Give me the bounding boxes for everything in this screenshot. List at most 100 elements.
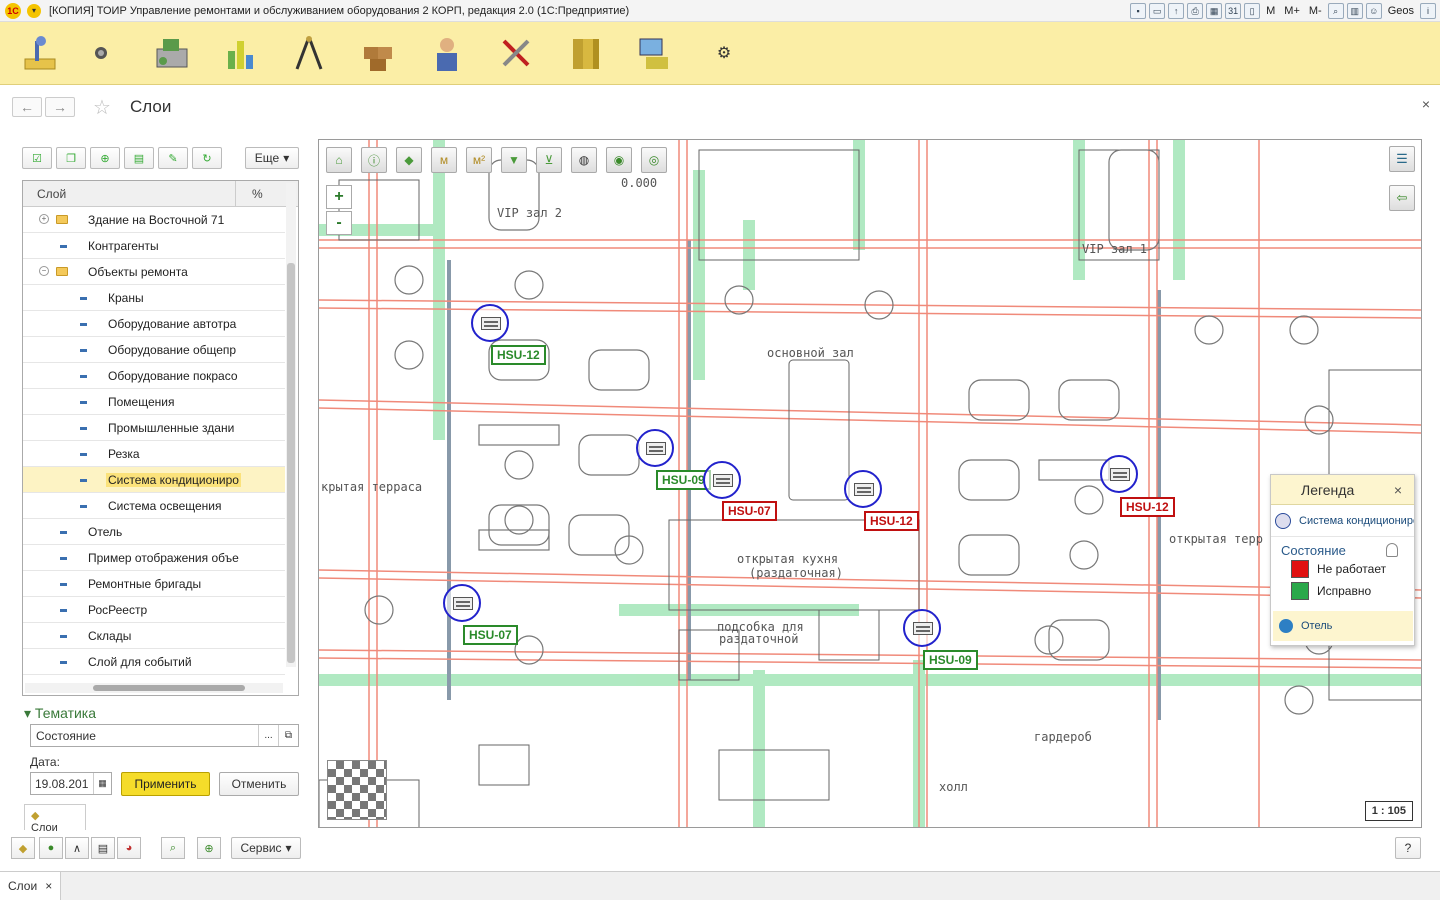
tree-vscrollbar[interactable]: [286, 183, 296, 667]
tree-hscrollbar[interactable]: [25, 683, 283, 693]
back-button[interactable]: ←: [12, 97, 42, 117]
expand-icon[interactable]: +: [39, 214, 49, 224]
legend-layer-hotel[interactable]: Отель: [1273, 611, 1413, 641]
tree-row[interactable]: Слой для событий: [23, 649, 285, 675]
pan-icon[interactable]: ◆: [396, 147, 422, 173]
zoom-icon[interactable]: ⌕: [1327, 3, 1344, 19]
home-icon[interactable]: ⌂: [326, 147, 352, 173]
equipment-marker[interactable]: [443, 584, 481, 622]
copy-button[interactable]: ❐: [56, 147, 86, 169]
zoom-out-button[interactable]: -: [326, 211, 352, 235]
tree-row[interactable]: Система кондициониро: [23, 467, 285, 493]
route-icon[interactable]: ∧: [65, 837, 89, 859]
tree-row[interactable]: Контрагенты: [23, 233, 285, 259]
layers-list-icon[interactable]: ☰: [1389, 146, 1415, 172]
target-icon[interactable]: ⊕: [197, 837, 221, 859]
save-icon[interactable]: ▪: [1130, 3, 1147, 19]
user-name[interactable]: Geos: [1385, 5, 1417, 17]
tree-row[interactable]: Система освещения: [23, 493, 285, 519]
date-field[interactable]: 19.08.201 ▦: [30, 772, 112, 795]
select-button[interactable]: ...: [258, 725, 278, 746]
equipment-label[interactable]: HSU-12: [491, 345, 546, 365]
copy-icon[interactable]: ▯: [1244, 3, 1261, 19]
equipment-marker[interactable]: [636, 429, 674, 467]
tree-row[interactable]: Оборудование общепр: [23, 337, 285, 363]
tree-row[interactable]: Помещения: [23, 389, 285, 415]
add-button[interactable]: ⊕: [90, 147, 120, 169]
equipment-marker[interactable]: [903, 609, 941, 647]
measure-distance-icon[interactable]: м: [431, 147, 457, 173]
equipment-marker[interactable]: [471, 304, 509, 342]
bus-icon[interactable]: ▤: [91, 837, 115, 859]
pin-icon[interactable]: [1386, 543, 1398, 557]
select-area-icon[interactable]: ◍: [571, 147, 597, 173]
locate-icon[interactable]: ◉: [606, 147, 632, 173]
tree-row[interactable]: − Объекты ремонта: [23, 259, 285, 285]
service-button[interactable]: Сервис ▾: [231, 837, 301, 859]
pie-chart-icon[interactable]: ◕: [117, 837, 141, 859]
panels-icon[interactable]: ▥: [1346, 3, 1363, 19]
tree-row[interactable]: Оборудование автотра: [23, 311, 285, 337]
filter-icon[interactable]: ⊻: [536, 147, 562, 173]
upload-icon[interactable]: ↑: [1168, 3, 1185, 19]
apply-button[interactable]: Применить: [121, 772, 210, 796]
equipment-label[interactable]: HSU-09: [923, 650, 978, 670]
add-folder-button[interactable]: ▤: [124, 147, 154, 169]
thematic-title[interactable]: ▾ Тематика: [24, 705, 96, 722]
tree-row[interactable]: Краны: [23, 285, 285, 311]
forward-button[interactable]: →: [45, 97, 75, 117]
layers-icon[interactable]: ◆: [11, 837, 35, 859]
memory-minus-icon[interactable]: M-: [1306, 5, 1325, 17]
worker-icon[interactable]: [424, 30, 470, 76]
calc-icon[interactable]: ▦: [1206, 3, 1223, 19]
main-menu-icon[interactable]: ▾: [27, 3, 41, 18]
memory-m-icon[interactable]: M: [1263, 5, 1278, 17]
memory-plus-icon[interactable]: M+: [1281, 5, 1303, 17]
collapse-panel-icon[interactable]: ⇦: [1389, 185, 1415, 211]
equipment-label[interactable]: HSU-12: [864, 511, 919, 531]
calendar-icon[interactable]: ▦: [93, 773, 111, 794]
wrench-icon[interactable]: [493, 30, 539, 76]
check-all-button[interactable]: ☑: [22, 147, 52, 169]
search-icon[interactable]: ⌕: [161, 837, 185, 859]
warehouse-icon[interactable]: [355, 30, 401, 76]
collapse-icon[interactable]: −: [39, 266, 49, 276]
printer-icon[interactable]: [148, 30, 194, 76]
cancel-button[interactable]: Отменить: [219, 772, 299, 796]
gear-icon[interactable]: ⚙: [714, 30, 734, 76]
column-layer[interactable]: Слой: [37, 187, 66, 201]
layers-tab[interactable]: ◆ Слои: [24, 804, 86, 834]
tree-row[interactable]: Пример отображения объе: [23, 545, 285, 571]
zoom-in-button[interactable]: +: [326, 185, 352, 209]
desktop-icon[interactable]: [16, 30, 62, 76]
window-tab-layers[interactable]: Слои ×: [0, 872, 62, 900]
tree-row[interactable]: Склады: [23, 623, 285, 649]
open-icon[interactable]: ⧉: [278, 725, 298, 746]
basemap-toggle[interactable]: [327, 760, 387, 820]
column-percent[interactable]: %: [235, 181, 285, 207]
printer-icon[interactable]: ⎙: [1187, 3, 1204, 19]
tree-row[interactable]: Оборудование покрасо: [23, 363, 285, 389]
info-icon[interactable]: ⓘ: [361, 147, 387, 173]
app-logo[interactable]: 1С: [5, 2, 21, 19]
computer-icon[interactable]: [631, 30, 677, 76]
equipment-label[interactable]: HSU-07: [722, 501, 777, 521]
close-icon[interactable]: ×: [45, 879, 52, 893]
legend-layer[interactable]: Система кондициониро: [1271, 505, 1414, 537]
edit-button[interactable]: ✎: [158, 147, 188, 169]
print-icon[interactable]: ▭: [1149, 3, 1166, 19]
help-button[interactable]: ?: [1395, 837, 1421, 859]
layer-filter-icon[interactable]: ▼: [501, 147, 527, 173]
map-view[interactable]: VIP зал 2 VIP зал 1 основной зал крытая …: [318, 139, 1422, 828]
folders-icon[interactable]: [562, 30, 608, 76]
tree-row[interactable]: + Здание на Восточной 71: [23, 207, 285, 233]
equipment-label[interactable]: HSU-12: [1120, 497, 1175, 517]
equipment-marker[interactable]: [844, 470, 882, 508]
measure-area-icon[interactable]: м²: [466, 147, 492, 173]
tree-row[interactable]: Отель: [23, 519, 285, 545]
chart-icon[interactable]: [217, 30, 263, 76]
favorite-star-icon[interactable]: ☆: [93, 95, 111, 120]
legend-close-icon[interactable]: ×: [1394, 482, 1402, 498]
globe-icon[interactable]: [91, 30, 111, 76]
close-page-button[interactable]: ×: [1422, 96, 1430, 112]
